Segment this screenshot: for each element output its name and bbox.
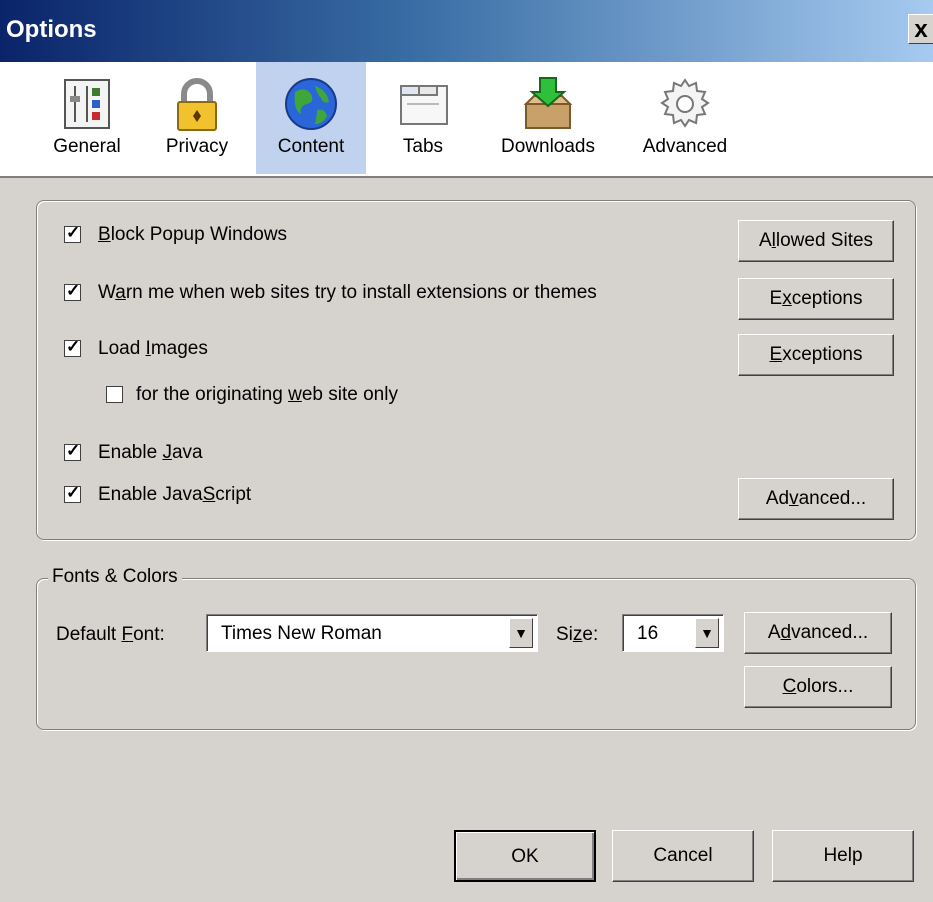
- font-size-select[interactable]: 16 ▼: [622, 614, 724, 652]
- accel-key: v: [789, 488, 799, 509]
- originating-site-checkbox[interactable]: [106, 386, 123, 403]
- tabs-window-icon: [393, 74, 453, 134]
- globe-icon: [281, 74, 341, 134]
- tab-privacy[interactable]: Privacy: [152, 62, 242, 174]
- accel-key: a: [115, 282, 126, 303]
- enable-java-label: Enable Java: [98, 442, 203, 464]
- extensions-exceptions-button[interactable]: Exceptions: [738, 278, 894, 320]
- enable-javascript-checkbox[interactable]: ✓: [64, 483, 81, 503]
- label-part: rn me when web sites try to install exte…: [125, 282, 597, 303]
- checkmark-icon: ✓: [66, 441, 81, 460]
- allowed-sites-button[interactable]: Allowed Sites: [738, 220, 894, 262]
- accel-key: x: [782, 288, 792, 309]
- tab-privacy-label: Privacy: [165, 136, 229, 157]
- tab-content[interactable]: Content: [256, 62, 366, 174]
- tab-content-label: Content: [277, 136, 345, 157]
- checkmark-icon: ✓: [66, 337, 81, 356]
- javascript-advanced-button[interactable]: Advanced...: [738, 478, 894, 520]
- label-part: Load: [98, 338, 146, 359]
- warn-extensions-label: Warn me when web sites try to install ex…: [98, 282, 597, 304]
- label-part: olors...: [796, 676, 854, 697]
- label-part: Default: [56, 624, 122, 645]
- originating-site-label: for the originating web site only: [136, 384, 398, 406]
- accel-key: E: [769, 344, 783, 365]
- default-font-label: Default Font:: [56, 624, 165, 646]
- tab-downloads[interactable]: Downloads: [486, 62, 610, 174]
- label-part: for the originating: [136, 384, 289, 405]
- label-part: Si: [556, 624, 573, 645]
- tab-advanced[interactable]: Advanced: [630, 62, 740, 174]
- checkmark-icon: ✓: [66, 223, 81, 242]
- close-button[interactable]: x: [908, 14, 933, 44]
- label-part: xceptions: [782, 344, 863, 365]
- label-part: A: [767, 622, 781, 643]
- chevron-down-icon[interactable]: ▼: [695, 618, 719, 648]
- tab-downloads-label: Downloads: [501, 136, 595, 157]
- label-part: vanced...: [791, 622, 869, 643]
- label-part: ceptions: [791, 288, 863, 309]
- load-images-label: Load Images: [98, 338, 208, 360]
- label-part: Enable: [98, 442, 163, 463]
- enable-javascript-label: Enable JavaScript: [98, 484, 251, 506]
- label-part: Ad: [765, 488, 790, 509]
- accel-key: S: [202, 484, 216, 505]
- download-box-icon: [518, 74, 578, 134]
- label-part: eb site only: [301, 384, 398, 405]
- tab-general[interactable]: General: [40, 62, 134, 174]
- label-part: e:: [582, 624, 599, 645]
- accel-key: B: [98, 224, 111, 245]
- warn-extensions-checkbox[interactable]: ✓: [64, 281, 81, 301]
- default-font-select[interactable]: Times New Roman ▼: [206, 614, 538, 652]
- category-toolbar: General Privacy Content Tabs Downloads A…: [0, 62, 933, 178]
- tab-advanced-label: Advanced: [642, 136, 728, 157]
- accel-key: F: [121, 624, 134, 645]
- tab-general-label: General: [53, 136, 121, 157]
- help-button[interactable]: Help: [772, 830, 914, 882]
- gear-icon: [655, 74, 715, 134]
- accel-key: w: [288, 384, 302, 405]
- label-part: lowed Sites: [775, 230, 874, 251]
- accel-key: d: [780, 622, 792, 643]
- window-title: Options: [6, 16, 97, 43]
- label-part: ont:: [133, 624, 165, 645]
- cancel-button[interactable]: Cancel: [612, 830, 754, 882]
- label-part: lock Popup Windows: [110, 224, 288, 245]
- accel-key: J: [162, 442, 172, 463]
- title-bar: Options x: [0, 0, 933, 62]
- colors-button[interactable]: Colors...: [744, 666, 892, 708]
- default-font-value: Times New Roman: [221, 623, 382, 644]
- chevron-down-icon[interactable]: ▼: [509, 618, 533, 648]
- fonts-colors-legend: Fonts & Colors: [48, 566, 182, 588]
- tab-tabs[interactable]: Tabs: [380, 62, 466, 174]
- label-part: A: [758, 230, 772, 251]
- tab-tabs-label: Tabs: [402, 136, 444, 157]
- checkmark-icon: ✓: [66, 281, 81, 300]
- label-part: E: [769, 288, 783, 309]
- enable-java-checkbox[interactable]: ✓: [64, 441, 81, 461]
- padlock-icon: [167, 74, 227, 134]
- images-exceptions-button[interactable]: Exceptions: [738, 334, 894, 376]
- general-settings-icon: [57, 74, 117, 134]
- label-part: W: [98, 282, 116, 303]
- font-size-value: 16: [637, 623, 659, 644]
- accel-key: C: [782, 676, 797, 697]
- block-popups-checkbox[interactable]: ✓: [64, 223, 81, 243]
- accel-key: z: [572, 624, 583, 645]
- fonts-advanced-button[interactable]: Advanced...: [744, 612, 892, 654]
- load-images-checkbox[interactable]: ✓: [64, 337, 81, 357]
- block-popups-label: Block Popup Windows: [98, 224, 287, 246]
- checkmark-icon: ✓: [66, 483, 81, 502]
- label-part: mages: [150, 338, 208, 359]
- label-part: anced...: [798, 488, 867, 509]
- label-part: cript: [215, 484, 252, 505]
- label-part: ava: [171, 442, 203, 463]
- ok-button[interactable]: OK: [454, 830, 596, 882]
- label-part: Enable Java: [98, 484, 203, 505]
- size-label: Size:: [556, 624, 598, 646]
